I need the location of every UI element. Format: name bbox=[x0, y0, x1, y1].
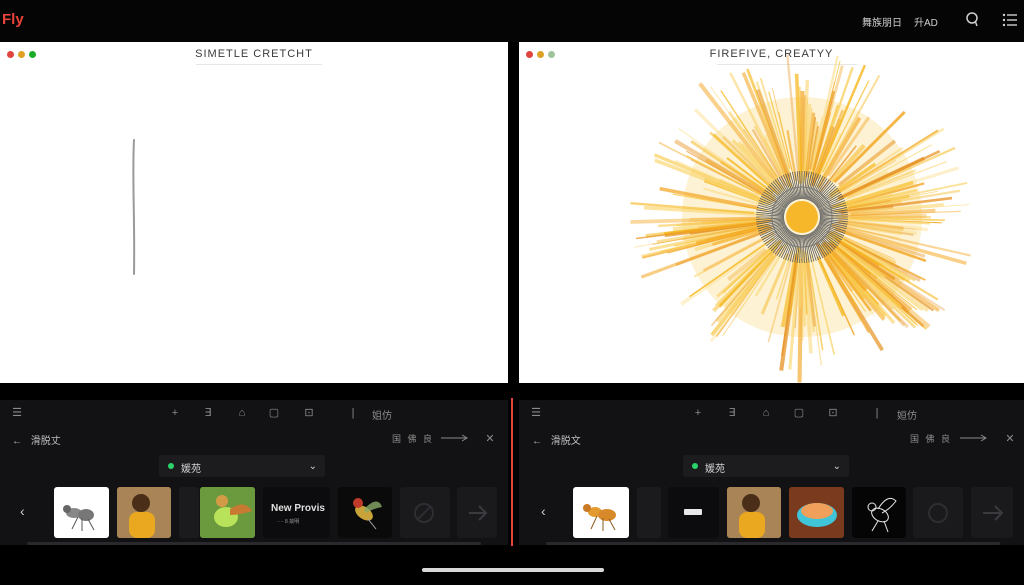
align-icon[interactable]: ∃ bbox=[725, 406, 739, 420]
pencil-stroke bbox=[132, 139, 136, 275]
toolbar-label[interactable]: 姐仿 bbox=[372, 407, 392, 422]
back-arrow-icon[interactable]: ← bbox=[532, 436, 542, 447]
thumbnail-ant-orange[interactable] bbox=[573, 487, 629, 538]
fly-sketch-icon bbox=[867, 497, 897, 533]
next-page-card[interactable] bbox=[971, 487, 1013, 538]
circle-placeholder-icon bbox=[414, 503, 434, 523]
thumbnail-placeholder[interactable] bbox=[400, 487, 450, 538]
add-icon[interactable]: + bbox=[168, 406, 182, 420]
status-dot bbox=[692, 463, 698, 469]
thumbnail-empty[interactable] bbox=[637, 487, 661, 538]
close-icon[interactable]: ✕ bbox=[483, 432, 497, 446]
arrow-right-icon[interactable] bbox=[959, 434, 989, 442]
thumbnail-fly-sketch[interactable] bbox=[852, 487, 906, 538]
back-row[interactable]: ← 滑脱丈 bbox=[12, 432, 61, 447]
canvas-title: SIMETLE CRETCHT bbox=[195, 48, 313, 60]
status-dot bbox=[168, 463, 174, 469]
person-photo-icon bbox=[727, 487, 781, 538]
dropdown-value: 媛苑 bbox=[181, 464, 201, 475]
hornet-icon bbox=[353, 498, 382, 530]
thumbnail-bird-photo[interactable] bbox=[200, 487, 255, 538]
mini-label-icon bbox=[684, 509, 702, 515]
thumbnail-strip: ‹ bbox=[519, 487, 1024, 538]
nav-link-1[interactable]: 舞族朋日 bbox=[862, 14, 902, 29]
notification-icon[interactable]: ⌂ bbox=[235, 406, 249, 420]
thumbnail-photo-person[interactable] bbox=[117, 487, 171, 538]
menu-list-icon[interactable] bbox=[1000, 10, 1020, 30]
thumbnail-ring-object[interactable] bbox=[789, 487, 844, 538]
person-photo-icon bbox=[117, 487, 171, 538]
hamburger-icon[interactable]: ☰ bbox=[10, 406, 24, 420]
next-page-card[interactable] bbox=[457, 487, 497, 538]
back-arrow-icon[interactable]: ← bbox=[12, 436, 22, 447]
model-dropdown[interactable]: 媛苑 ⌄ bbox=[683, 455, 849, 477]
left-panel: ☰ + ∃ ⌂ ▢ ⊡ | 姐仿 ← 滑脱丈 国 佛 良 ✕ 媛苑 ⌄ ‹ Ne… bbox=[0, 400, 508, 545]
right-panel: ☰ + ∃ ⌂ ▢ ⊡ | 姮仿 ← 滑脱文 国 佛 良 ✕ 媛苑 ⌄ ‹ bbox=[519, 400, 1024, 545]
square-icon[interactable]: ▢ bbox=[792, 406, 806, 420]
notification-icon[interactable]: ⌂ bbox=[759, 406, 773, 420]
horizontal-scrollbar[interactable] bbox=[546, 542, 1000, 545]
add-icon[interactable]: + bbox=[691, 406, 705, 420]
thumbnail-placeholder[interactable] bbox=[913, 487, 963, 538]
chevron-left-icon[interactable]: ‹ bbox=[20, 503, 25, 519]
thumbnail-photo-person[interactable] bbox=[727, 487, 781, 538]
chevron-down-icon: ⌄ bbox=[832, 461, 841, 472]
new-project-sub: ···· 8 故明 bbox=[277, 519, 300, 525]
thumbnail-empty[interactable] bbox=[179, 487, 199, 538]
frame-icon[interactable]: ⊡ bbox=[826, 406, 840, 420]
title-divider bbox=[196, 64, 322, 65]
close-icon[interactable]: ✕ bbox=[1003, 432, 1017, 446]
bird-photo-icon bbox=[200, 487, 255, 538]
new-project-card[interactable]: New Provis ···· 8 故明 bbox=[263, 487, 330, 538]
model-dropdown[interactable]: 媛苑 ⌄ bbox=[159, 455, 325, 477]
sunburst-artwork bbox=[630, 54, 971, 383]
top-bar: Fly 舞族朋日 升AD bbox=[0, 0, 1024, 42]
toolbar-label[interactable]: 姮仿 bbox=[897, 407, 917, 422]
square-icon[interactable]: ▢ bbox=[267, 406, 281, 420]
hamburger-icon[interactable]: ☰ bbox=[529, 406, 543, 420]
thumbnail-hornet[interactable] bbox=[338, 487, 392, 538]
right-canvas[interactable]: FIREFIVE, CREATYY bbox=[519, 42, 1024, 383]
separator-icon: | bbox=[351, 407, 355, 419]
chevron-down-icon: ⌄ bbox=[308, 461, 317, 472]
row-actions[interactable]: 国 佛 良 bbox=[910, 432, 952, 445]
frame-icon[interactable]: ⊡ bbox=[302, 406, 316, 420]
home-indicator[interactable] bbox=[422, 568, 604, 572]
ring-object-icon bbox=[789, 487, 844, 538]
search-icon[interactable] bbox=[963, 10, 983, 30]
left-canvas[interactable]: SIMETLE CRETCHT bbox=[0, 42, 508, 383]
arrow-right-icon[interactable] bbox=[440, 434, 470, 442]
ant-icon bbox=[63, 505, 95, 531]
circle-placeholder-icon bbox=[928, 503, 948, 523]
separator-icon: | bbox=[875, 407, 879, 419]
dropdown-value: 媛苑 bbox=[705, 464, 725, 475]
row-actions[interactable]: 国 佛 良 bbox=[392, 432, 434, 445]
horizontal-scrollbar[interactable] bbox=[27, 542, 481, 545]
arrow-right-icon bbox=[983, 505, 1004, 521]
new-project-label: New Provis bbox=[271, 503, 325, 514]
align-icon[interactable]: ∃ bbox=[201, 406, 215, 420]
thumbnail-strip: ‹ New Provis ···· 8 故明 bbox=[0, 487, 508, 538]
ant-icon bbox=[583, 504, 616, 531]
split-divider[interactable] bbox=[511, 398, 513, 546]
chevron-left-icon[interactable]: ‹ bbox=[541, 503, 546, 519]
nav-link-2[interactable]: 升AD bbox=[914, 14, 938, 29]
app-logo[interactable]: Fly bbox=[2, 11, 24, 28]
back-row[interactable]: ← 滑脱文 bbox=[532, 432, 581, 447]
arrow-right-icon bbox=[469, 505, 488, 521]
thumbnail-dark-card[interactable] bbox=[668, 487, 719, 538]
back-label: 滑脱文 bbox=[550, 436, 581, 447]
thumbnail-ant[interactable] bbox=[54, 487, 109, 538]
back-label: 滑脱丈 bbox=[30, 436, 61, 447]
